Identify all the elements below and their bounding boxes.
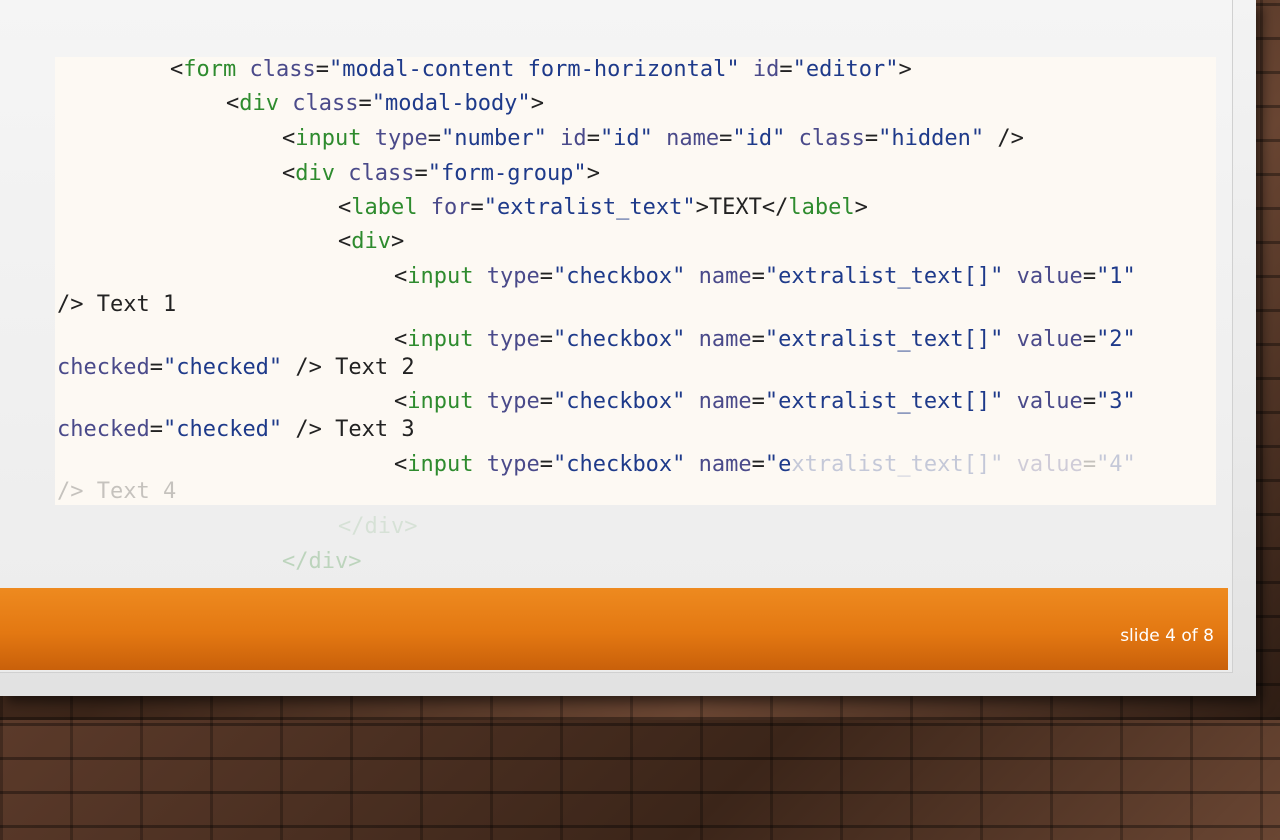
code-line-12: </div> bbox=[282, 549, 362, 574]
code-block: <form class="modal-content form-horizont… bbox=[57, 0, 1227, 840]
code-line-5: <label for="extralist_text">TEXT</label> bbox=[338, 195, 868, 220]
code-line-10: <input type="checkbox" name="extralist_t… bbox=[394, 452, 1136, 477]
slide-number: slide 4 of 8 bbox=[1120, 626, 1214, 646]
code-line-4: <div class="form-group"> bbox=[282, 161, 600, 186]
code-line-11: </div> bbox=[338, 514, 418, 539]
code-line-9-wrap: checked="checked" /> Text 3 bbox=[57, 417, 415, 442]
code-line-8-wrap: checked="checked" /> Text 2 bbox=[57, 355, 415, 380]
code-line-2: <div class="modal-body"> bbox=[226, 91, 544, 116]
code-line-3: <input type="number" id="id" name="id" c… bbox=[282, 126, 1024, 151]
code-line-1: <form class="modal-content form-horizont… bbox=[170, 57, 912, 82]
code-line-7-wrap: /> Text 1 bbox=[57, 292, 177, 317]
code-line-7: <input type="checkbox" name="extralist_t… bbox=[394, 264, 1136, 289]
slide-surface: <form class="modal-content form-horizont… bbox=[0, 0, 1233, 673]
slide-frame: <form class="modal-content form-horizont… bbox=[0, 0, 1256, 696]
code-line-8: <input type="checkbox" name="extralist_t… bbox=[394, 327, 1136, 352]
footer-bar: slide 4 of 8 bbox=[0, 588, 1228, 670]
code-line-9: <input type="checkbox" name="extralist_t… bbox=[394, 389, 1136, 414]
code-line-6: <div> bbox=[338, 229, 405, 254]
code-line-10-wrap: /> Text 4 bbox=[57, 479, 177, 504]
